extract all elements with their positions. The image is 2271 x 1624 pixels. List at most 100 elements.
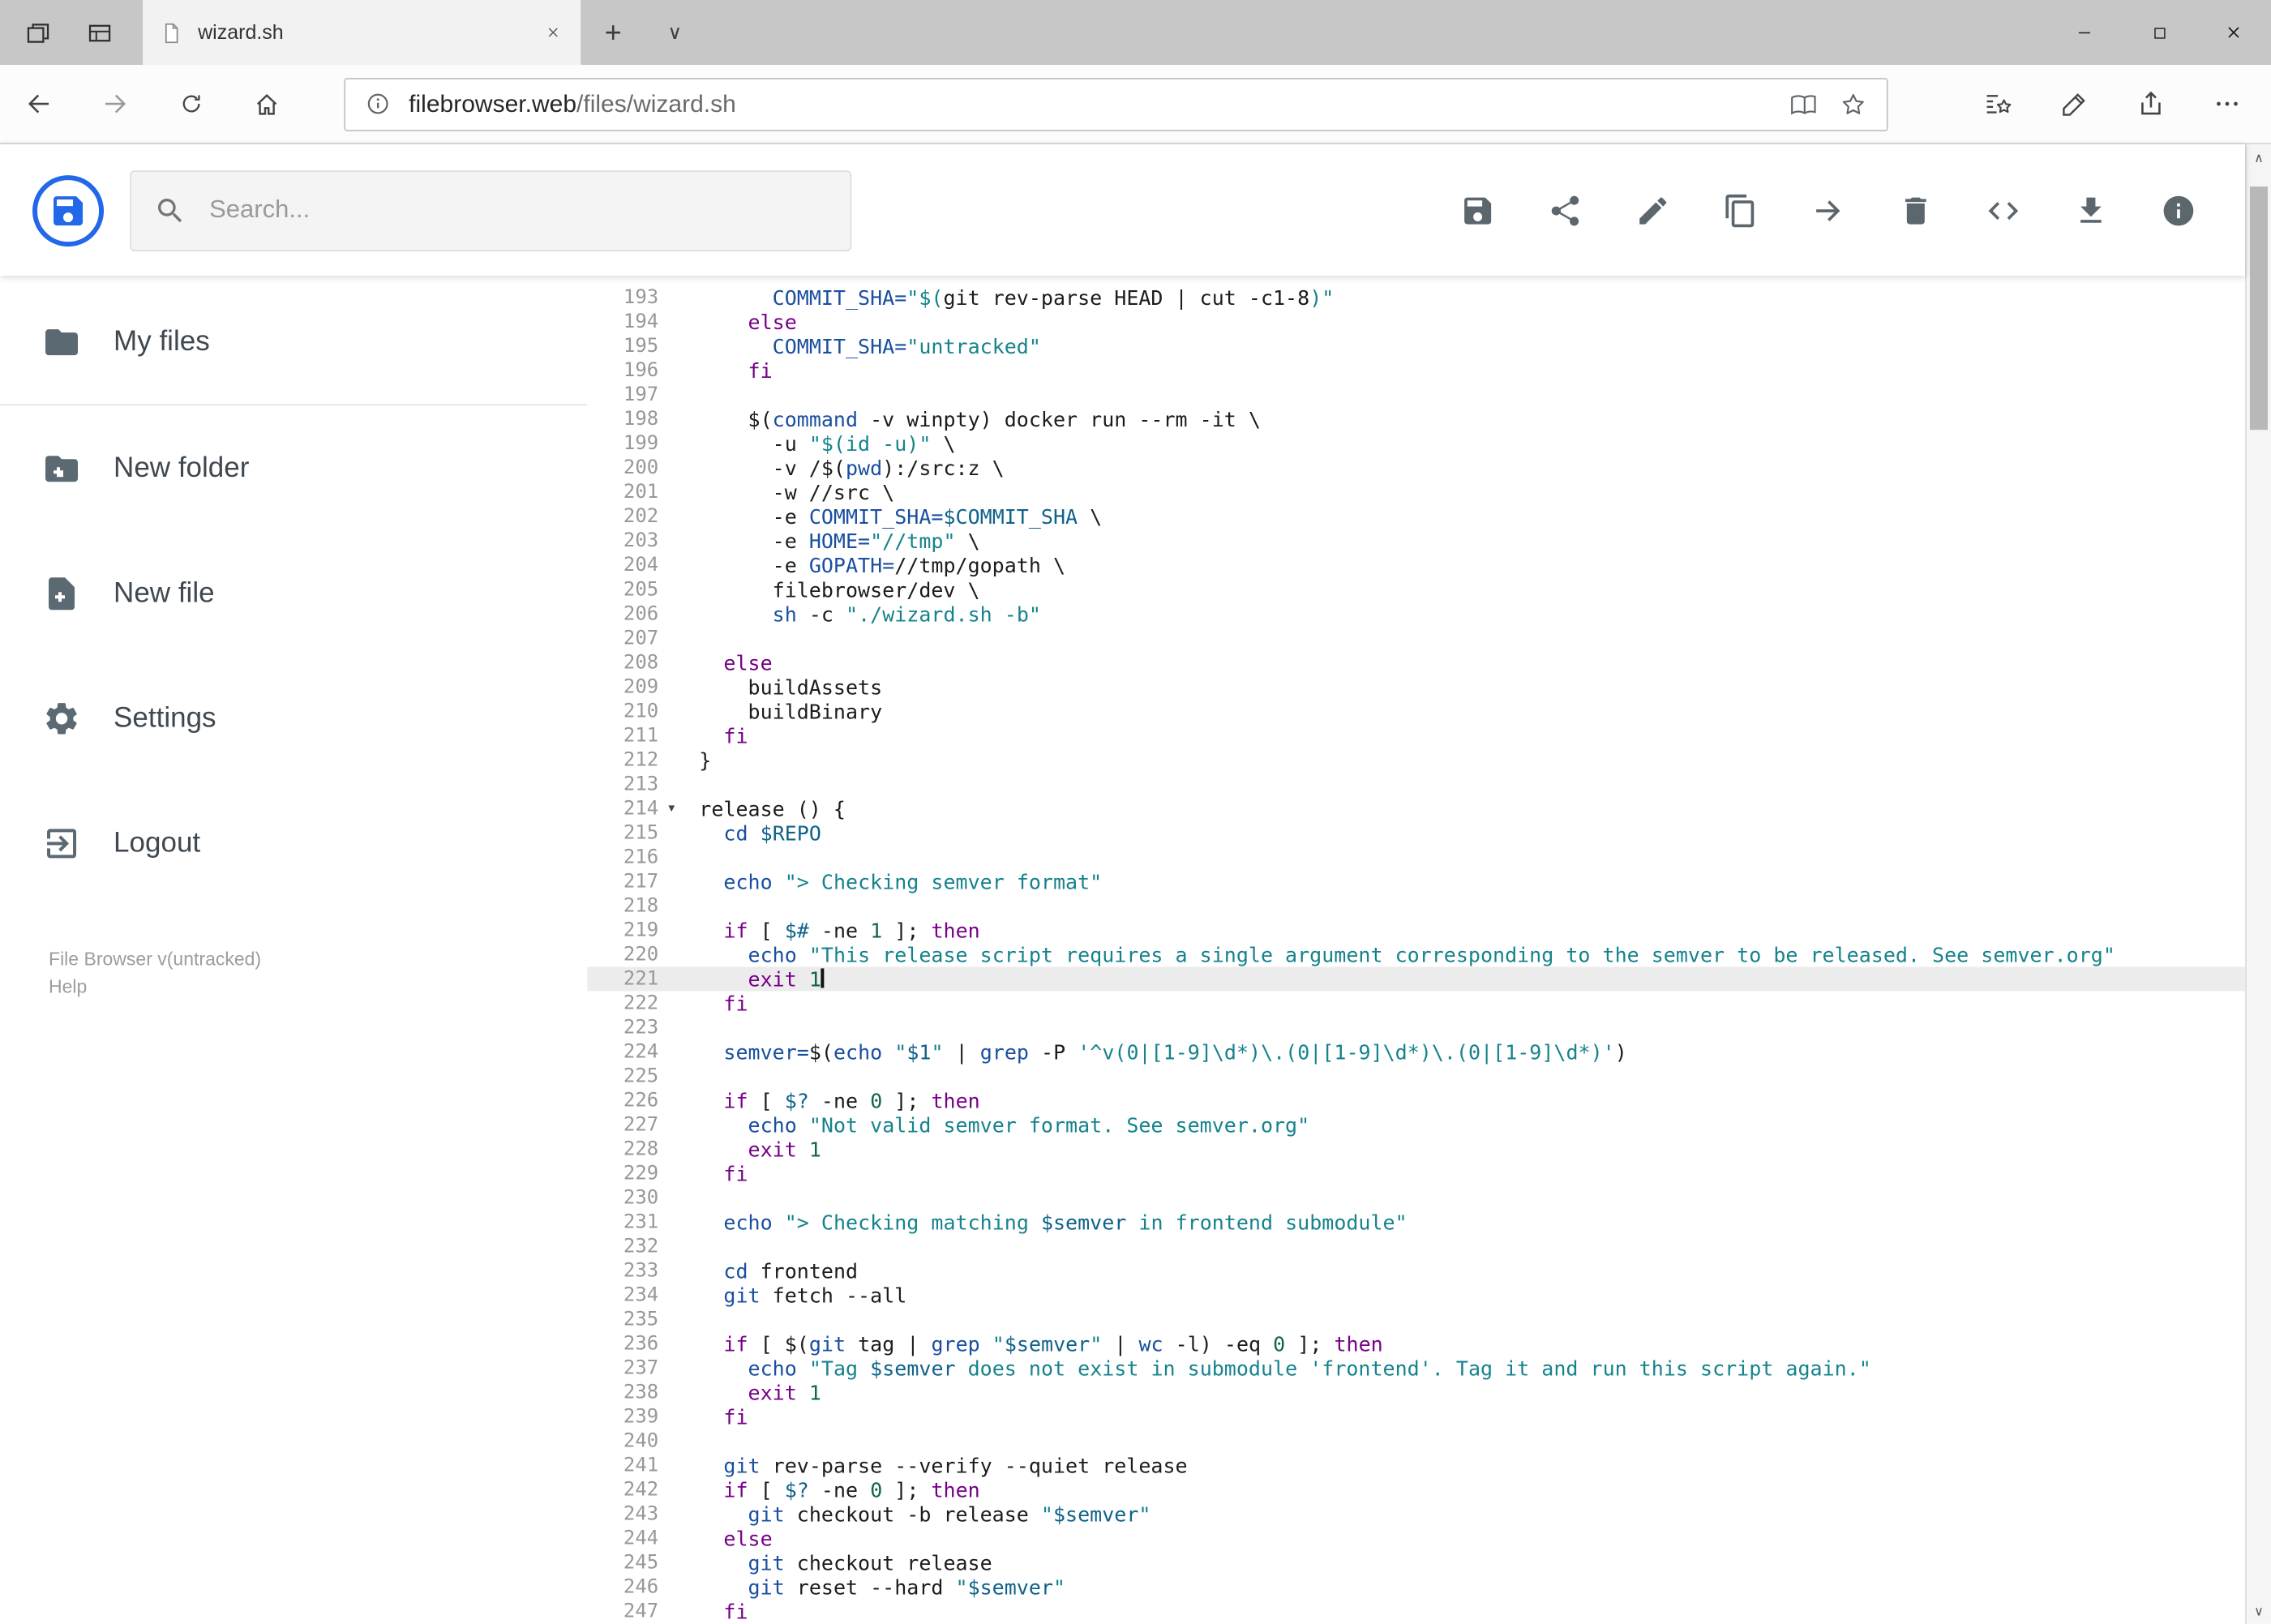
refresh-button[interactable] — [152, 65, 229, 143]
code-line-195[interactable]: 195 COMMIT_SHA="untracked" — [587, 334, 2245, 358]
code-line-222[interactable]: 222 fi — [587, 991, 2245, 1015]
code-line-193[interactable]: 193 COMMIT_SHA="$(git rev-parse HEAD | c… — [587, 285, 2245, 310]
share-button[interactable] — [2112, 88, 2188, 120]
code-line-237[interactable]: 237 echo "Tag $semver does not exist in … — [587, 1356, 2245, 1381]
favorite-star-button[interactable] — [1836, 87, 1870, 121]
code-line-212[interactable]: 212} — [587, 748, 2245, 772]
close-button[interactable] — [2196, 0, 2271, 65]
minimize-button[interactable] — [2047, 0, 2122, 65]
code-line-235[interactable]: 235 — [587, 1308, 2245, 1332]
new-tab-button[interactable]: + — [581, 0, 645, 65]
source-button[interactable] — [1960, 166, 2047, 254]
code-line-223[interactable]: 223 — [587, 1015, 2245, 1039]
code-line-216[interactable]: 216 — [587, 845, 2245, 869]
code-line-244[interactable]: 244 else — [587, 1527, 2245, 1551]
scroll-up-arrow[interactable]: ∧ — [2247, 144, 2271, 170]
info-button[interactable] — [2135, 166, 2222, 254]
code-line-210[interactable]: 210 buildBinary — [587, 699, 2245, 723]
code-line-200[interactable]: 200 -v /$(pwd):/src:z \ — [587, 456, 2245, 480]
code-line-225[interactable]: 225 — [587, 1064, 2245, 1088]
address-bar[interactable]: filebrowser.web/files/wizard.sh — [344, 77, 1888, 131]
sidebar-item-my-files[interactable]: My files — [0, 279, 588, 406]
edit-button[interactable] — [1609, 166, 1697, 254]
code-line-226[interactable]: 226 if [ $? -ne 0 ]; then — [587, 1088, 2245, 1112]
code-line-211[interactable]: 211 fi — [587, 723, 2245, 748]
code-line-207[interactable]: 207 — [587, 626, 2245, 650]
code-line-199[interactable]: 199 -u "$(id -u)" \ — [587, 431, 2245, 456]
code-line-236[interactable]: 236 if [ $(git tag | grep "$semver" | wc… — [587, 1332, 2245, 1356]
code-line-196[interactable]: 196 fi — [587, 358, 2245, 383]
more-options-button[interactable] — [2188, 88, 2265, 120]
scrollbar-thumb[interactable] — [2249, 186, 2268, 431]
site-info-icon[interactable] — [362, 88, 394, 120]
code-line-234[interactable]: 234 git fetch --all — [587, 1283, 2245, 1308]
code-line-197[interactable]: 197 — [587, 383, 2245, 407]
share-button[interactable] — [1522, 166, 1609, 254]
code-line-203[interactable]: 203 -e HOME="//tmp" \ — [587, 529, 2245, 553]
code-line-220[interactable]: 220 echo "This release script requires a… — [587, 942, 2245, 966]
copy-button[interactable] — [1697, 166, 1785, 254]
code-line-247[interactable]: 247 fi — [587, 1600, 2245, 1624]
app-logo[interactable] — [32, 174, 105, 246]
code-line-204[interactable]: 204 -e GOPATH=//tmp/gopath \ — [587, 553, 2245, 577]
code-line-208[interactable]: 208 else — [587, 650, 2245, 675]
code-line-206[interactable]: 206 sh -c "./wizard.sh -b" — [587, 602, 2245, 626]
delete-button[interactable] — [1872, 166, 1960, 254]
hub-button[interactable] — [1960, 88, 2036, 120]
download-button[interactable] — [2047, 166, 2135, 254]
reading-view-button[interactable] — [1788, 87, 1822, 121]
code-line-238[interactable]: 238 exit 1 — [587, 1381, 2245, 1405]
scroll-down-arrow[interactable]: ∨ — [2247, 1598, 2271, 1624]
code-line-215[interactable]: 215 cd $REPO — [587, 821, 2245, 845]
code-line-232[interactable]: 232 — [587, 1235, 2245, 1259]
tab-preview-button[interactable] — [75, 8, 123, 57]
home-button[interactable] — [229, 65, 305, 143]
code-line-219[interactable]: 219 if [ $# -ne 1 ]; then — [587, 918, 2245, 942]
code-line-233[interactable]: 233 cd frontend — [587, 1259, 2245, 1283]
code-line-243[interactable]: 243 git checkout -b release "$semver" — [587, 1502, 2245, 1527]
forward-button[interactable] — [76, 65, 152, 143]
fold-marker-icon[interactable]: ▾ — [666, 796, 676, 821]
code-line-194[interactable]: 194 else — [587, 310, 2245, 334]
search-input[interactable] — [206, 194, 828, 227]
code-editor[interactable]: 193 COMMIT_SHA="$(git rev-parse HEAD | c… — [587, 276, 2245, 1624]
code-line-224[interactable]: 224 semver=$(echo "$1" | grep -P '^v(0|[… — [587, 1039, 2245, 1064]
tab-list-chevron-button[interactable]: ∨ — [645, 0, 704, 65]
back-button[interactable] — [0, 65, 76, 143]
tab-close-button[interactable] — [542, 21, 564, 44]
page-scrollbar[interactable]: ∧ ∨ — [2244, 144, 2271, 1624]
code-line-198[interactable]: 198 $(command -v winpty) docker run --rm… — [587, 407, 2245, 431]
save-button[interactable] — [1434, 166, 1522, 254]
code-line-241[interactable]: 241 git rev-parse --verify --quiet relea… — [587, 1454, 2245, 1478]
browser-tab[interactable]: wizard.sh — [143, 0, 581, 66]
code-line-202[interactable]: 202 -e COMMIT_SHA=$COMMIT_SHA \ — [587, 504, 2245, 529]
code-line-217[interactable]: 217 echo "> Checking semver format" — [587, 869, 2245, 893]
maximize-button[interactable] — [2122, 0, 2196, 65]
help-link[interactable]: Help — [49, 978, 87, 997]
code-line-205[interactable]: 205 filebrowser/dev \ — [587, 577, 2245, 602]
code-line-209[interactable]: 209 buildAssets — [587, 675, 2245, 699]
code-line-242[interactable]: 242 if [ $? -ne 0 ]; then — [587, 1478, 2245, 1502]
code-line-231[interactable]: 231 echo "> Checking matching $semver in… — [587, 1211, 2245, 1235]
sidebar-item-new-file[interactable]: New file — [0, 530, 587, 655]
sidebar-item-new-folder[interactable]: New folder — [0, 405, 587, 530]
code-line-239[interactable]: 239 fi — [587, 1405, 2245, 1429]
code-text: fi — [723, 1161, 748, 1186]
code-line-230[interactable]: 230 — [587, 1186, 2245, 1211]
code-line-229[interactable]: 229 fi — [587, 1162, 2245, 1186]
code-line-213[interactable]: 213 — [587, 772, 2245, 796]
sidebar-item-settings[interactable]: Settings — [0, 655, 587, 780]
move-button[interactable] — [1785, 166, 1872, 254]
sidebar-item-logout[interactable]: Logout — [0, 780, 587, 905]
code-line-201[interactable]: 201 -w //src \ — [587, 480, 2245, 504]
code-line-214[interactable]: 214 ▾ release () { — [587, 796, 2245, 821]
code-line-246[interactable]: 246 git reset --hard "$semver" — [587, 1575, 2245, 1600]
code-line-228[interactable]: 228 exit 1 — [587, 1137, 2245, 1161]
web-notes-button[interactable] — [2036, 88, 2112, 120]
code-line-221[interactable]: 221 exit 1 — [587, 966, 2245, 992]
code-line-245[interactable]: 245 git checkout release — [587, 1551, 2245, 1575]
code-line-218[interactable]: 218 — [587, 893, 2245, 918]
code-line-227[interactable]: 227 echo "Not valid semver format. See s… — [587, 1112, 2245, 1137]
set-tabs-aside-button[interactable] — [13, 8, 62, 57]
code-line-240[interactable]: 240 — [587, 1429, 2245, 1454]
